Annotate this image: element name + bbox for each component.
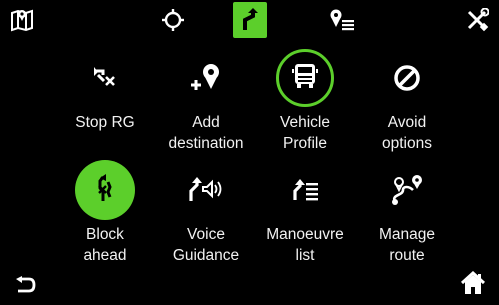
voice-guidance-icon [176,160,236,220]
add-destination-icon [176,48,236,108]
stop-rg-button[interactable]: Stop RG [50,44,160,154]
selection-ring [276,49,334,107]
crosshair-icon [161,8,185,32]
route-menu-button[interactable] [233,2,267,38]
manage-route-icon [377,160,437,220]
manage-route-label: Manage route [379,224,435,266]
block-ahead-label-line-1: Block [86,226,124,243]
top-toolbar [0,0,499,42]
add-destination-label-line-2: destination [168,135,244,152]
add-destination-label: Add destination [169,112,244,154]
stop-rg-label: Stop RG [75,112,134,133]
active-highlight [75,160,135,220]
vehicle-profile-button[interactable]: Vehicle Profile [250,44,360,154]
truck-icon [292,62,318,95]
map-book-icon [9,7,35,33]
vehicle-profile-icon-wrap [275,48,335,108]
settings-button[interactable] [460,4,494,36]
stop-rg-label-line-1: Stop RG [75,114,135,131]
stop-route-guidance-icon [75,48,135,108]
avoid-icon [377,48,437,108]
manage-route-label-line-2: route [389,247,425,264]
block-ahead-label: Block ahead [83,224,126,266]
map-book-button[interactable] [5,4,39,36]
home-icon [460,270,486,300]
back-button[interactable] [8,272,42,302]
voice-guidance-label: Voice Guidance [173,224,239,266]
block-ahead-label-line-2: ahead [83,247,127,264]
vehicle-profile-label: Vehicle Profile [280,112,330,154]
pin-list-icon [328,8,356,32]
manoeuvre-list-button[interactable]: Manoeuvre list [250,156,360,266]
block-ahead-icon-wrap [75,160,135,220]
route-turn-icon [239,8,261,32]
manage-route-button[interactable]: Manage route [352,156,462,266]
manoeuvre-list-label-line-1: Manoeuvre [266,226,344,243]
add-destination-label-line-1: Add [192,114,220,131]
manoeuvre-list-icon [275,160,335,220]
manage-route-label-line-1: Manage [378,226,435,243]
settings-tools-icon [465,8,489,32]
block-ahead-button[interactable]: Block ahead [50,156,160,266]
avoid-options-label-line-2: options [382,135,432,152]
voice-guidance-button[interactable]: Voice Guidance [151,156,261,266]
block-ahead-icon [92,173,118,208]
home-button[interactable] [456,270,490,300]
places-list-button[interactable] [325,4,359,36]
my-position-button[interactable] [156,4,190,36]
voice-guidance-label-line-1: Voice [187,226,225,243]
vehicle-profile-label-line-1: Vehicle [280,114,330,131]
avoid-options-button[interactable]: Avoid options [352,44,462,154]
manoeuvre-list-label-line-2: list [295,247,315,264]
voice-guidance-label-line-2: Guidance [172,247,240,264]
add-destination-button[interactable]: Add destination [151,44,261,154]
back-arrow-icon [14,275,36,299]
avoid-options-label-line-1: Avoid [387,114,427,131]
manoeuvre-list-label: Manoeuvre list [266,224,344,266]
vehicle-profile-label-line-2: Profile [283,135,327,152]
avoid-options-label: Avoid options [382,112,432,154]
route-options-grid: Stop RG Add destination Vehicle Profile … [0,44,499,266]
